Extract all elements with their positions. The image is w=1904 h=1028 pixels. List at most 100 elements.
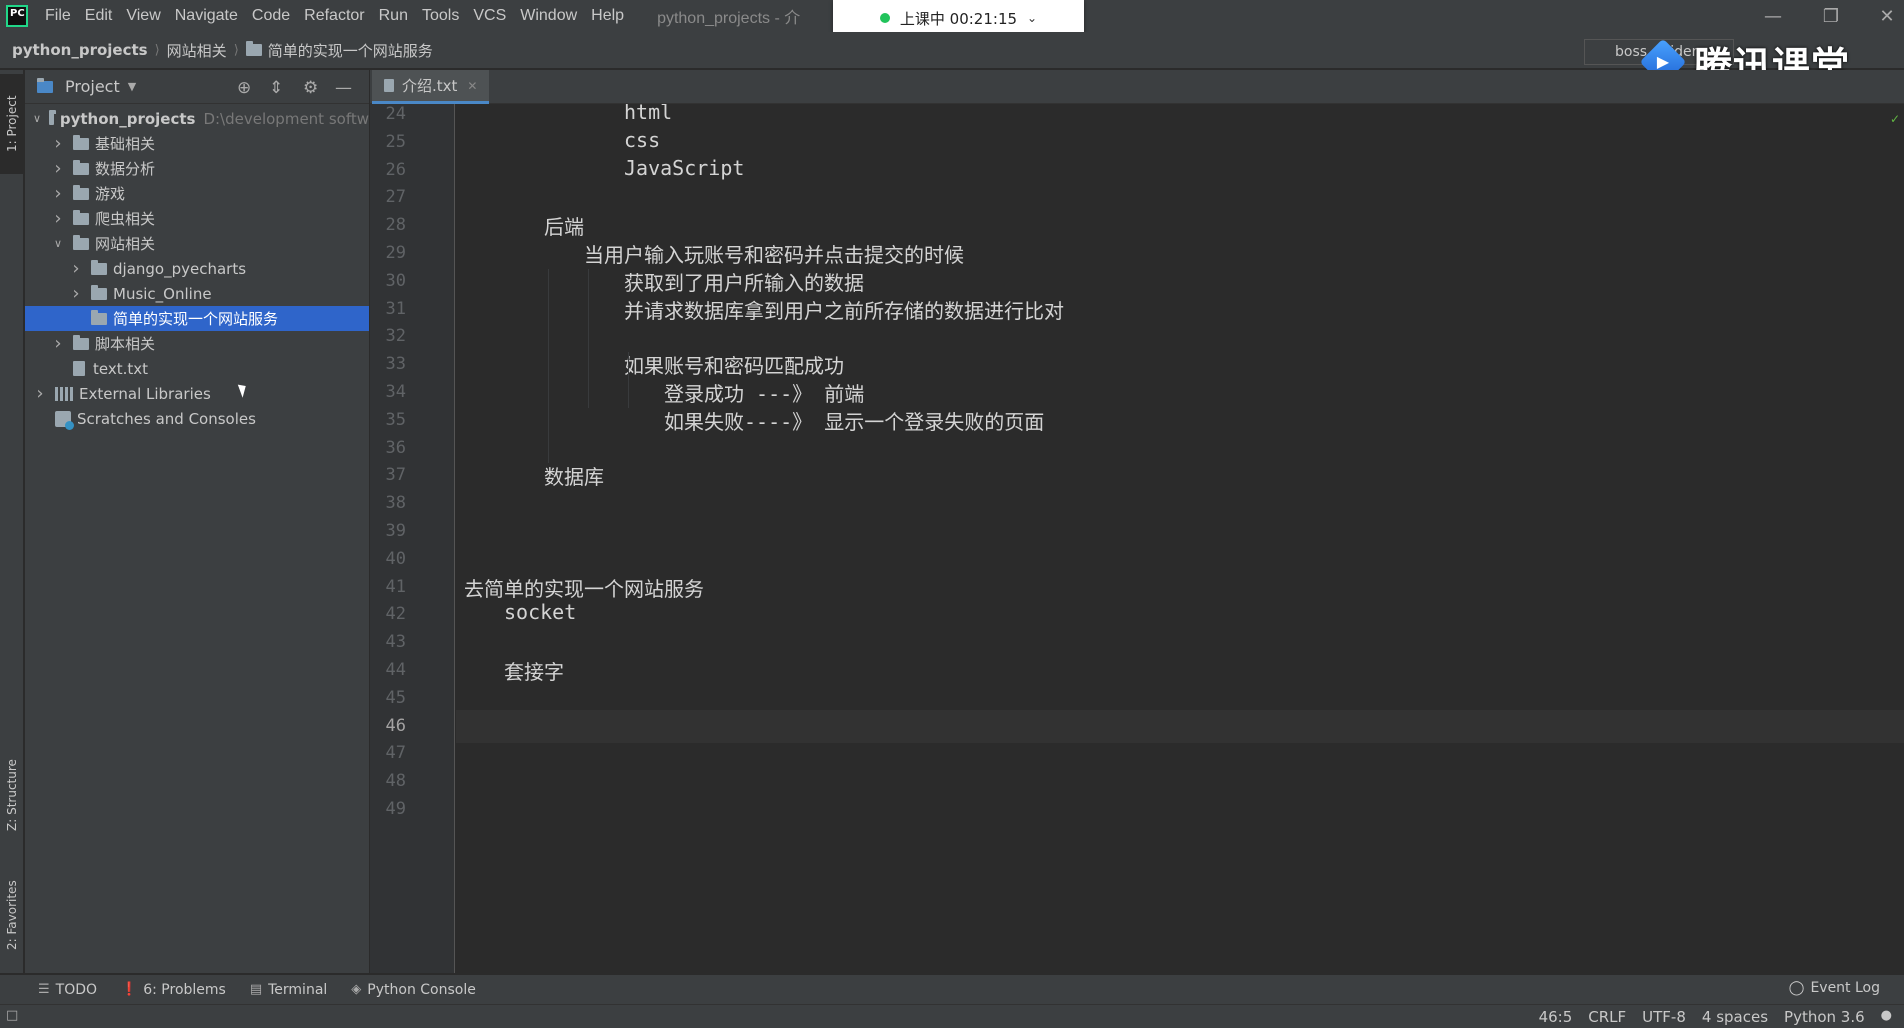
menu-code[interactable]: Code [245, 7, 297, 25]
tool-tab-project[interactable]: 1: Project [0, 74, 24, 174]
menu-tools[interactable]: Tools [415, 7, 466, 25]
code-editor[interactable]: ✓ html css JavaScript 后端 当用户输入玩账号和密码并点击提交的时候… [456, 104, 1904, 973]
todo-button[interactable]: ☰ TODO [26, 982, 109, 998]
toggle-tool-windows-icon[interactable]: □ [6, 1008, 18, 1023]
line-number: 25 [385, 131, 406, 152]
class-timer-badge[interactable]: 上课中 00:21:15 ⌄ [833, 0, 1084, 36]
indent-guide [548, 268, 549, 464]
line-number: 38 [385, 493, 406, 514]
tree-item[interactable]: › 游戏 [25, 181, 369, 206]
chevron-right-icon[interactable]: › [51, 183, 65, 204]
text-file-icon [384, 79, 394, 92]
tree-item[interactable]: Scratches and Consoles [25, 406, 369, 431]
gear-icon[interactable]: ⚙ [303, 78, 318, 98]
tree-item-label: 简单的实现一个网站服务 [113, 310, 279, 328]
close-tab-icon[interactable]: ✕ [467, 79, 477, 93]
menu-run[interactable]: Run [372, 7, 415, 25]
chevron-right-icon[interactable]: › [51, 333, 65, 354]
restore-icon[interactable]: ❐ [1806, 0, 1856, 32]
folder-icon [73, 159, 89, 175]
live-dot-icon [879, 13, 890, 23]
code-line: 如果失败----》 显示一个登录失败的页面 [664, 409, 1045, 434]
caret-position[interactable]: 46:5 [1539, 1008, 1573, 1026]
tab-intro-txt[interactable]: 介绍.txt ✕ [372, 70, 489, 104]
breadcrumb-current[interactable]: 简单的实现一个网站服务 [268, 40, 433, 61]
line-number: 30 [385, 270, 406, 291]
window-title: python_projects - 介 [657, 10, 801, 27]
line-number: 24 [385, 104, 406, 124]
tree-item[interactable]: ∨ python_projects D:\development softw [25, 106, 369, 131]
folder-icon [49, 109, 56, 125]
tree-item[interactable]: › 爬虫相关 [25, 206, 369, 231]
event-log-button[interactable]: ◯ Event Log [1789, 980, 1880, 996]
hide-panel-icon[interactable]: — [335, 78, 352, 98]
code-line: 数据库 [544, 465, 604, 490]
close-icon[interactable]: ✕ [1862, 0, 1904, 32]
line-number: 44 [385, 660, 406, 680]
chevron-down-icon[interactable]: ∨ [51, 237, 65, 250]
line-number: 40 [385, 548, 406, 569]
line-number: 46 [385, 715, 406, 736]
project-view-selector[interactable]: Project [65, 77, 120, 96]
tree-item-label: django_pyecharts [113, 259, 247, 278]
editor-tab-bar: 介绍.txt ✕ [370, 70, 1904, 104]
project-panel-header: Project ▼ ⊕ ⇕ ⚙ — [25, 70, 369, 104]
breadcrumb-project[interactable]: python_projects [12, 41, 148, 59]
tree-item-label: 数据分析 [95, 160, 156, 178]
tree-item[interactable]: › django_pyecharts [25, 256, 369, 281]
tool-tab-favorites[interactable]: 2: Favorites [0, 860, 24, 970]
tree-item-label: External Libraries [79, 384, 211, 403]
tool-tab-structure[interactable]: Z: Structure [0, 740, 24, 850]
menu-edit[interactable]: Edit [78, 7, 120, 25]
python-console-button[interactable]: ◈ Python Console [339, 982, 488, 998]
menu-file[interactable]: File [38, 7, 78, 25]
menu-vcs[interactable]: VCS [466, 7, 513, 25]
tab-label: 介绍.txt [402, 77, 458, 95]
collapse-all-icon[interactable]: ⇕ [269, 78, 283, 98]
line-separator[interactable]: CRLF [1588, 1008, 1626, 1026]
file-encoding[interactable]: UTF-8 [1642, 1008, 1686, 1026]
code-line: 去简单的实现一个网站服务 [464, 576, 704, 601]
tree-item[interactable]: ∨ 网站相关 [25, 231, 369, 256]
folder-icon [73, 209, 89, 225]
line-number: 45 [385, 687, 406, 708]
line-number: 43 [385, 632, 406, 653]
tree-item-label: python_projects [59, 109, 196, 128]
breadcrumb-folder[interactable]: 网站相关 [167, 40, 227, 61]
problems-button[interactable]: ❗ 6: Problems [109, 982, 238, 998]
line-number: 34 [385, 382, 406, 402]
tree-item[interactable]: › Music_Online [25, 281, 369, 306]
indent-setting[interactable]: 4 spaces [1702, 1008, 1768, 1026]
lock-icon[interactable]: ● [1881, 1008, 1892, 1026]
chevron-down-icon[interactable]: ∨ [33, 112, 41, 125]
chevron-right-icon[interactable]: › [51, 208, 65, 229]
terminal-icon: ▤ [249, 982, 263, 997]
chevron-right-icon[interactable]: › [69, 258, 83, 279]
chevron-right-icon[interactable]: › [69, 283, 83, 304]
locate-icon[interactable]: ⊕ [237, 78, 251, 98]
tree-item[interactable]: › 数据分析 [25, 156, 369, 181]
tree-item[interactable]: text.txt [25, 356, 369, 381]
code-line: JavaScript [624, 155, 745, 180]
python-interpreter[interactable]: Python 3.6 [1784, 1008, 1865, 1026]
menu-window[interactable]: Window [513, 7, 584, 25]
code-line: 获取到了用户所输入的数据 [624, 270, 864, 295]
tree-item[interactable]: › 脚本相关 [25, 331, 369, 356]
todo-label: TODO [55, 981, 98, 998]
chevron-right-icon[interactable]: › [51, 158, 65, 179]
minimize-icon[interactable]: — [1748, 0, 1798, 32]
current-line-highlight [456, 709, 1904, 743]
terminal-label: Terminal [268, 981, 328, 998]
tree-item[interactable]: 简单的实现一个网站服务 [25, 306, 369, 331]
chevron-right-icon[interactable]: › [51, 133, 65, 154]
chevron-right-icon[interactable]: › [33, 383, 47, 404]
tree-item[interactable]: › 基础相关 [25, 131, 369, 156]
menu-navigate[interactable]: Navigate [168, 7, 245, 25]
tree-item[interactable]: › External Libraries [25, 381, 369, 406]
menu-help[interactable]: Help [584, 7, 631, 25]
menu-refactor[interactable]: Refactor [297, 7, 371, 25]
menu-view[interactable]: View [119, 7, 167, 25]
tree-item-label: 爬虫相关 [95, 210, 156, 228]
terminal-button[interactable]: ▤ Terminal [238, 982, 339, 998]
dropdown-arrow-icon[interactable]: ▼ [128, 80, 136, 93]
